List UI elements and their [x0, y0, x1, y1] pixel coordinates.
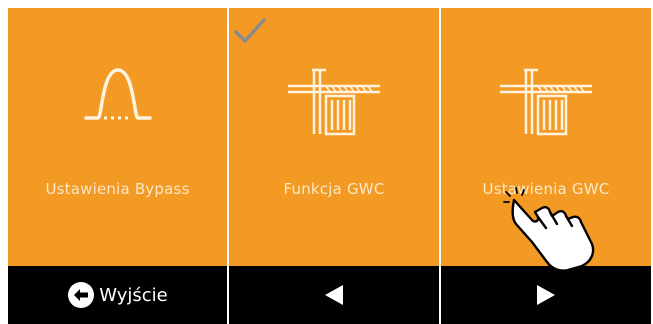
tile-bypass-settings[interactable]: Ustawienia Bypass — [8, 8, 227, 266]
gwc-exchanger-icon — [441, 60, 651, 146]
exit-arrow-icon — [68, 282, 95, 308]
exit-label: Wyjście — [99, 284, 168, 306]
top-spacer — [0, 0, 653, 8]
tap-hand-icon — [503, 187, 595, 272]
tile-label: Ustawienia Bypass — [45, 180, 190, 198]
checkmark-icon — [234, 18, 266, 43]
tile-label: Funkcja GWC — [283, 180, 385, 198]
next-button[interactable] — [441, 266, 651, 324]
previous-button[interactable] — [229, 266, 439, 324]
arrow-right-icon — [537, 285, 555, 305]
gwc-exchanger-icon — [229, 60, 439, 146]
arrow-left-icon — [325, 285, 343, 305]
bypass-curve-icon — [8, 60, 227, 146]
exit-button[interactable]: Wyjście — [8, 266, 227, 324]
tile-gwc-function[interactable]: Funkcja GWC — [229, 8, 439, 266]
